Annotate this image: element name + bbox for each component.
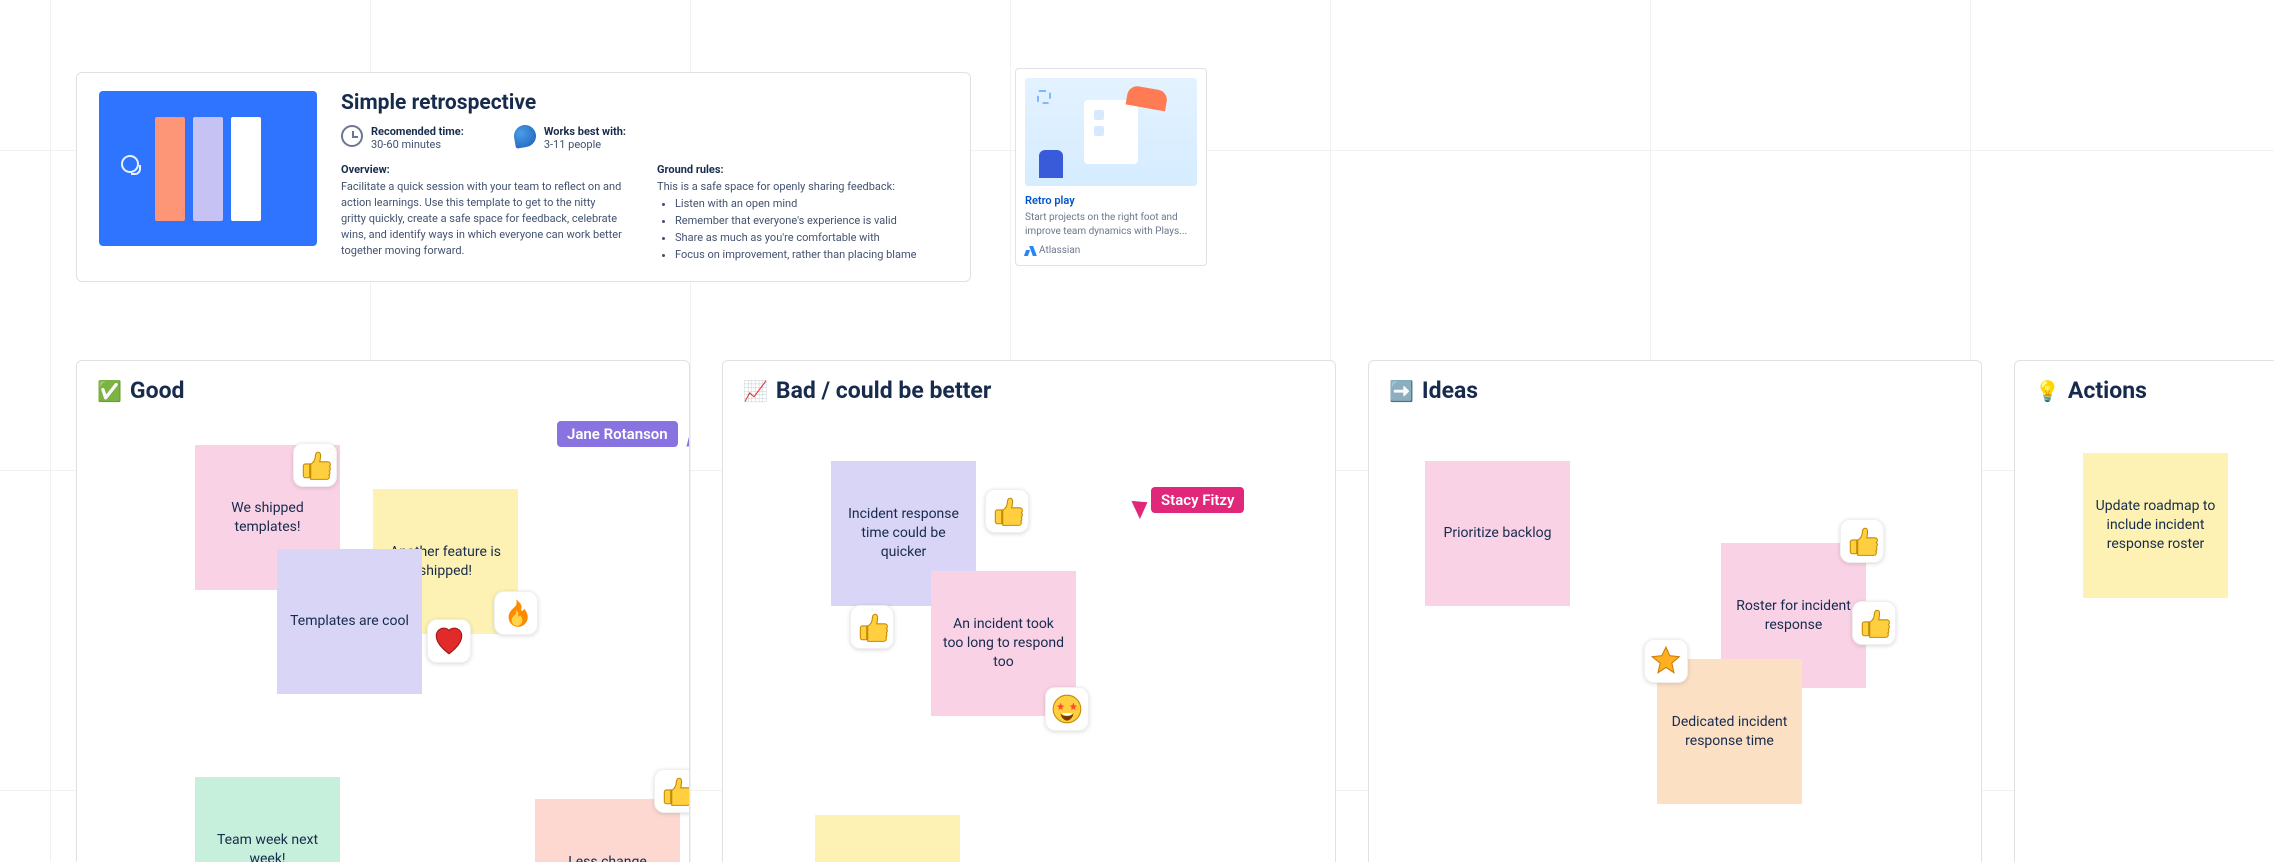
fire-icon bbox=[499, 596, 533, 630]
user-cursor-stacy: Stacy Fitzy bbox=[1135, 483, 1244, 517]
thumbsup-icon bbox=[1857, 606, 1891, 640]
reaction-thumbsup[interactable] bbox=[985, 489, 1029, 533]
thumbsup-icon bbox=[855, 610, 889, 644]
meta-works-best: Works best with: 3-11 people bbox=[514, 125, 626, 151]
column-bad[interactable]: 📈 Bad / could be better Stacy Fitzy Inci… bbox=[722, 360, 1336, 862]
people-icon bbox=[512, 123, 537, 148]
chart-icon: 📈 bbox=[743, 379, 768, 403]
user-cursor-jane: Jane Rotanson bbox=[557, 417, 690, 451]
template-header-card[interactable]: Simple retrospective Recomended time: 30… bbox=[76, 72, 971, 282]
sticky-note[interactable]: Update roadmap to include incident respo… bbox=[2083, 453, 2228, 598]
ground-rule: Share as much as you're comfortable with bbox=[675, 229, 916, 246]
heart-icon bbox=[432, 624, 466, 658]
retro-play-desc: Start projects on the right foot and imp… bbox=[1025, 211, 1197, 239]
retro-play-brand: Atlassian bbox=[1025, 245, 1197, 256]
ground-rules-section: Ground rules: This is a safe space for o… bbox=[657, 163, 916, 263]
retro-play-card[interactable]: Retro play Start projects on the right f… bbox=[1015, 68, 1207, 266]
reaction-star[interactable] bbox=[1644, 639, 1688, 683]
bulb-icon: 💡 bbox=[2035, 379, 2060, 403]
column-ideas[interactable]: ➡️ Ideas Prioritize backlog Roster for i… bbox=[1368, 360, 1982, 862]
clock-icon bbox=[341, 125, 363, 147]
sticky-note[interactable] bbox=[815, 815, 960, 862]
sticky-note[interactable]: Templates are cool bbox=[277, 549, 422, 694]
reaction-thumbsup[interactable] bbox=[850, 605, 894, 649]
overview-section: Overview: Facilitate a quick session wit… bbox=[341, 163, 623, 263]
reaction-thumbsup[interactable] bbox=[654, 769, 690, 813]
star-icon bbox=[1649, 644, 1683, 678]
column-good-title: Good bbox=[130, 377, 185, 404]
reaction-heart[interactable] bbox=[427, 619, 471, 663]
sticky-note[interactable]: Team week next week! bbox=[195, 777, 340, 862]
meta-recommended-time: Recomended time: 30-60 minutes bbox=[341, 125, 464, 151]
column-actions[interactable]: 💡 Actions Update roadmap to include inci… bbox=[2014, 360, 2274, 862]
column-ideas-title: Ideas bbox=[1422, 377, 1478, 404]
check-icon: ✅ bbox=[97, 379, 122, 403]
stareyes-icon bbox=[1050, 692, 1084, 726]
template-title: Simple retrospective bbox=[341, 91, 948, 115]
ground-rule: Remember that everyone's experience is v… bbox=[675, 212, 916, 229]
cursor-pointer-icon bbox=[679, 429, 690, 453]
column-bad-title: Bad / could be better bbox=[776, 377, 991, 404]
column-actions-title: Actions bbox=[2068, 377, 2147, 404]
cursor-pointer-icon bbox=[1131, 495, 1152, 519]
thumbsup-icon bbox=[990, 494, 1024, 528]
retro-play-illustration bbox=[1025, 78, 1197, 186]
reaction-fire[interactable] bbox=[494, 591, 538, 635]
reaction-stareyes[interactable] bbox=[1045, 687, 1089, 731]
retro-play-title: Retro play bbox=[1025, 194, 1197, 207]
template-thumbnail bbox=[99, 91, 317, 246]
reaction-thumbsup[interactable] bbox=[1852, 601, 1896, 645]
sticky-note[interactable]: Prioritize backlog bbox=[1425, 461, 1570, 606]
arrow-right-icon: ➡️ bbox=[1389, 379, 1414, 403]
reaction-thumbsup[interactable] bbox=[1840, 519, 1884, 563]
thumbsup-icon bbox=[1845, 524, 1879, 558]
ground-rule: Focus on improvement, rather than placin… bbox=[675, 246, 916, 263]
ground-rule: Listen with an open mind bbox=[675, 195, 916, 212]
reaction-thumbsup[interactable] bbox=[293, 443, 337, 487]
thumbsup-icon bbox=[298, 448, 332, 482]
thumbsup-icon bbox=[659, 774, 690, 808]
atlassian-logo-icon bbox=[1025, 246, 1035, 256]
column-good[interactable]: ✅ Good Jane Rotanson We shipped template… bbox=[76, 360, 690, 862]
